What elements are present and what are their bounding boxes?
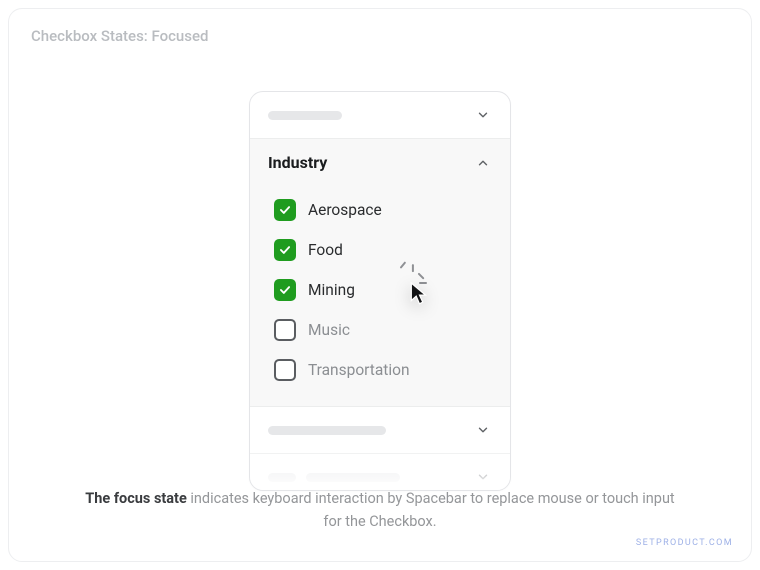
option-label: Mining bbox=[308, 281, 355, 299]
chevron-down-icon bbox=[474, 106, 492, 124]
option-label: Aerospace bbox=[308, 201, 382, 219]
accordion-section-collapsed-bottom[interactable] bbox=[250, 454, 510, 491]
watermark: SETPRODUCT.COM bbox=[636, 538, 733, 548]
accordion-section-collapsed-mid[interactable] bbox=[250, 407, 510, 454]
placeholder-skeleton bbox=[268, 111, 342, 120]
placeholder-skeleton bbox=[268, 473, 400, 482]
checkbox-focused[interactable] bbox=[274, 279, 296, 301]
chevron-up-icon bbox=[474, 154, 492, 172]
caption-rest: indicates keyboard interaction by Spaceb… bbox=[187, 490, 675, 529]
chevron-down-icon bbox=[474, 421, 492, 439]
checkbox-checked[interactable] bbox=[274, 199, 296, 221]
section-title: Industry bbox=[268, 153, 327, 172]
option-mining[interactable]: Mining bbox=[268, 270, 492, 310]
caption-text: The focus state indicates keyboard inter… bbox=[80, 488, 680, 533]
accordion-panel: Industry Aerospace Food bbox=[249, 91, 511, 491]
option-label: Transportation bbox=[308, 361, 410, 379]
option-label: Food bbox=[308, 241, 343, 259]
chevron-down-icon bbox=[474, 468, 492, 486]
placeholder-skeleton bbox=[268, 426, 386, 435]
options-list: Aerospace Food Mining Music bbox=[250, 186, 510, 406]
accordion-section-industry: Industry Aerospace Food bbox=[250, 139, 510, 407]
option-aerospace[interactable]: Aerospace bbox=[268, 190, 492, 230]
accordion-section-collapsed-top[interactable] bbox=[250, 92, 510, 139]
checkbox-checked[interactable] bbox=[274, 239, 296, 261]
caption-bold: The focus state bbox=[85, 490, 187, 507]
example-card: Checkbox States: Focused Industry bbox=[8, 8, 752, 562]
option-music[interactable]: Music bbox=[268, 310, 492, 350]
option-food[interactable]: Food bbox=[268, 230, 492, 270]
option-label: Music bbox=[308, 321, 350, 339]
option-transportation[interactable]: Transportation bbox=[268, 350, 492, 390]
checkbox-unchecked[interactable] bbox=[274, 319, 296, 341]
page-title: Checkbox States: Focused bbox=[31, 27, 729, 45]
checkbox-unchecked[interactable] bbox=[274, 359, 296, 381]
accordion-header[interactable]: Industry bbox=[250, 139, 510, 186]
